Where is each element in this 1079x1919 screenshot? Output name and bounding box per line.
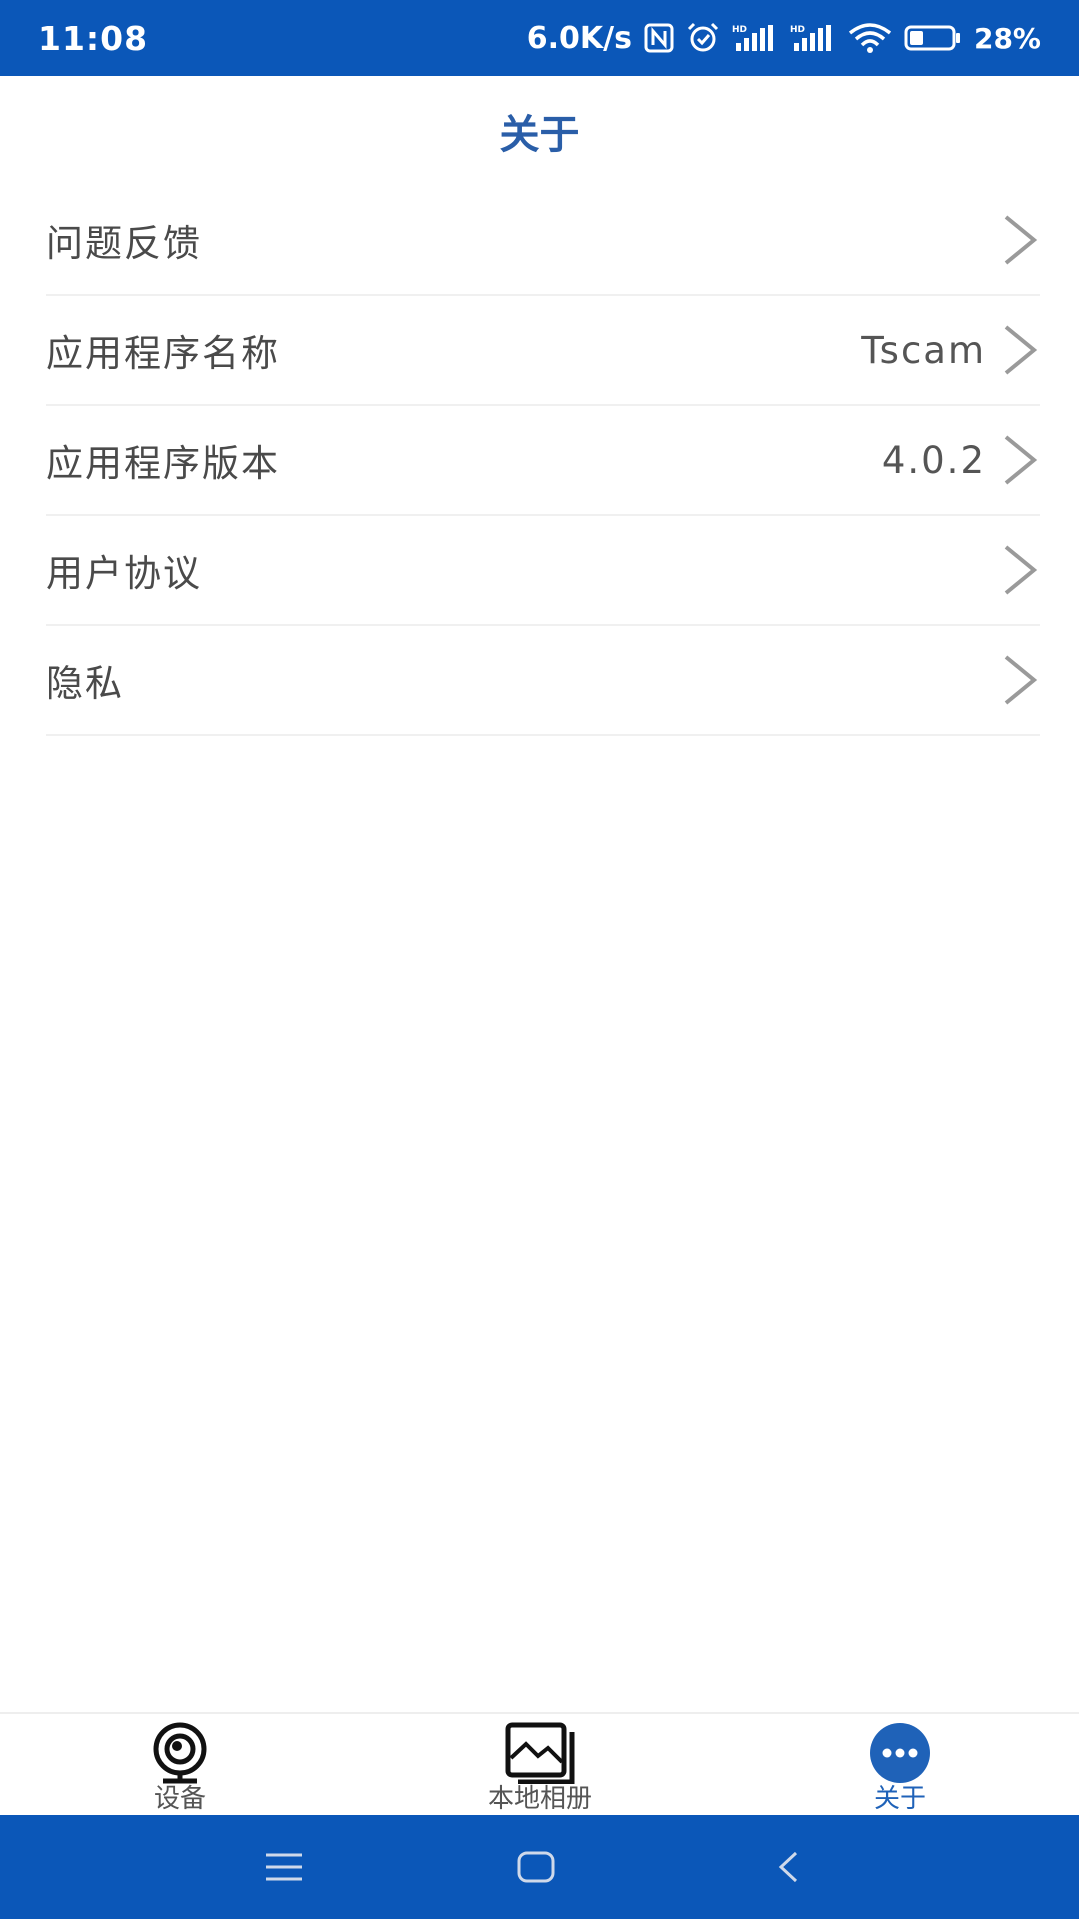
- alarm-icon: [686, 22, 720, 54]
- menu-item-user-agreement[interactable]: 用户协议: [46, 516, 1040, 626]
- menu-item-value: Tscam: [861, 328, 986, 372]
- nfc-icon: [644, 23, 674, 53]
- battery-icon: [904, 24, 962, 52]
- status-bar: 11:08 6.0K/s HD HD 28%: [0, 0, 1079, 76]
- tab-label: 设备: [153, 1784, 206, 1814]
- svg-text:HD: HD: [732, 25, 747, 35]
- menu-nav-button[interactable]: [254, 1845, 314, 1889]
- chevron-right-icon: [1004, 435, 1038, 485]
- menu-item-label: 应用程序名称: [46, 332, 280, 375]
- menu-icon: [266, 1853, 302, 1881]
- menu-item-feedback[interactable]: 问题反馈: [46, 186, 1040, 296]
- about-menu-list: 问题反馈 应用程序名称 Tscam 应用程序版本 4.0.2 用户协议 隐私: [46, 186, 1040, 736]
- gallery-icon: [502, 1720, 578, 1786]
- network-speed: 6.0K/s: [526, 20, 632, 56]
- more-icon: [867, 1720, 933, 1786]
- tab-about[interactable]: 关于: [800, 1714, 1000, 1817]
- menu-item-app-name[interactable]: 应用程序名称 Tscam: [46, 296, 1040, 406]
- home-icon: [517, 1851, 555, 1883]
- wifi-icon: [848, 23, 892, 53]
- home-nav-button[interactable]: [506, 1845, 566, 1889]
- page-title: 关于: [499, 112, 580, 158]
- chevron-right-icon: [1004, 325, 1038, 375]
- tab-label: 本地相册: [487, 1784, 592, 1814]
- camera-icon: [145, 1720, 215, 1786]
- menu-item-label: 应用程序版本: [46, 442, 280, 485]
- svg-text:HD: HD: [790, 25, 805, 35]
- menu-item-label: 问题反馈: [46, 222, 202, 265]
- chevron-right-icon: [1004, 215, 1038, 265]
- menu-item-value: 4.0.2: [881, 438, 986, 482]
- bottom-tab-bar: 设备 本地相册 关于: [0, 1712, 1079, 1815]
- signal-icon: HD: [732, 23, 778, 53]
- status-icons: 6.0K/s HD HD 28%: [527, 21, 1041, 56]
- tab-local-album[interactable]: 本地相册: [440, 1714, 640, 1817]
- menu-item-privacy[interactable]: 隐私: [46, 626, 1040, 736]
- chevron-right-icon: [1004, 655, 1038, 705]
- tab-label: 关于: [873, 1784, 926, 1814]
- back-icon: [778, 1851, 798, 1883]
- chevron-right-icon: [1004, 545, 1038, 595]
- tab-devices[interactable]: 设备: [80, 1714, 280, 1817]
- system-nav-bar: [0, 1815, 1079, 1919]
- back-nav-button[interactable]: [758, 1845, 818, 1889]
- menu-item-label: 隐私: [46, 662, 124, 705]
- signal-icon: HD: [790, 23, 836, 53]
- menu-item-label: 用户协议: [46, 552, 202, 595]
- status-time: 11:08: [38, 18, 149, 58]
- menu-item-app-version[interactable]: 应用程序版本 4.0.2: [46, 406, 1040, 516]
- battery-percent: 28%: [973, 21, 1041, 55]
